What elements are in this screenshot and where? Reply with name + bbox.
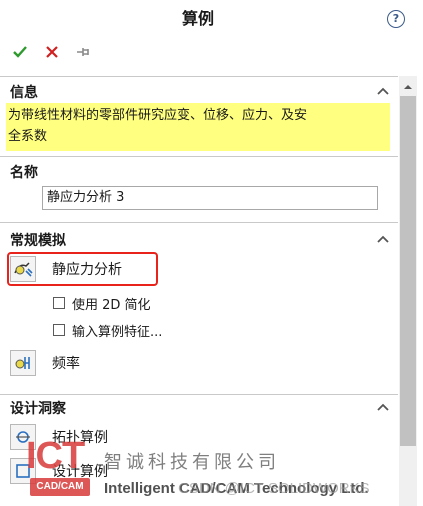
divider bbox=[0, 76, 398, 77]
page-title: 算例 bbox=[181, 9, 214, 28]
name-heading: 名称 bbox=[10, 165, 38, 181]
design-heading: 设计洞察 bbox=[10, 401, 66, 417]
selection-highlight bbox=[7, 252, 158, 286]
check-icon[interactable] bbox=[10, 40, 30, 64]
logo-subtitle: CAD/CAM bbox=[30, 478, 90, 496]
frequency-study-icon bbox=[10, 350, 36, 376]
scroll-up-icon[interactable] bbox=[403, 82, 413, 92]
watermark: ICT CAD/CAM 智诚科技有限公司 Intelligent CAD/CAM… bbox=[26, 435, 423, 506]
chevron-up-icon[interactable] bbox=[376, 400, 390, 414]
logo: ICT bbox=[26, 435, 85, 477]
use-2d-label: 使用 2D 简化 bbox=[72, 298, 151, 313]
chevron-up-icon[interactable] bbox=[376, 84, 390, 98]
import-features-checkbox[interactable] bbox=[53, 324, 65, 336]
csdn-watermark: CSDN @ICT SOLIDWORKS bbox=[178, 480, 370, 497]
info-text-line2: 全系数 bbox=[8, 129, 48, 144]
divider bbox=[0, 394, 398, 395]
study-name-input[interactable]: 静应力分析 3 bbox=[42, 186, 378, 210]
general-heading: 常规模拟 bbox=[10, 233, 66, 249]
info-text-line1: 为带线性材料的零部件研究应变、位移、应力、及安 bbox=[8, 108, 308, 123]
import-features-label: 输入算例特征... bbox=[72, 325, 163, 340]
chevron-up-icon[interactable] bbox=[376, 232, 390, 246]
property-manager: 算例 ? 信息 为带线性材料的零部件研究应变、位移、应力、及安 全系数 名称 静… bbox=[0, 0, 423, 506]
help-icon[interactable]: ? bbox=[387, 10, 405, 28]
company-name-cn: 智诚科技有限公司 bbox=[104, 452, 280, 473]
info-heading: 信息 bbox=[10, 85, 38, 101]
pushpin-icon[interactable] bbox=[74, 40, 94, 64]
use-2d-checkbox[interactable] bbox=[53, 297, 65, 309]
divider bbox=[0, 156, 398, 157]
frequency-label: 频率 bbox=[52, 356, 80, 372]
info-message: 为带线性材料的零部件研究应变、位移、应力、及安 全系数 bbox=[6, 103, 390, 151]
divider bbox=[0, 222, 398, 223]
scrollbar-thumb[interactable] bbox=[400, 96, 416, 446]
close-icon[interactable] bbox=[42, 40, 62, 64]
